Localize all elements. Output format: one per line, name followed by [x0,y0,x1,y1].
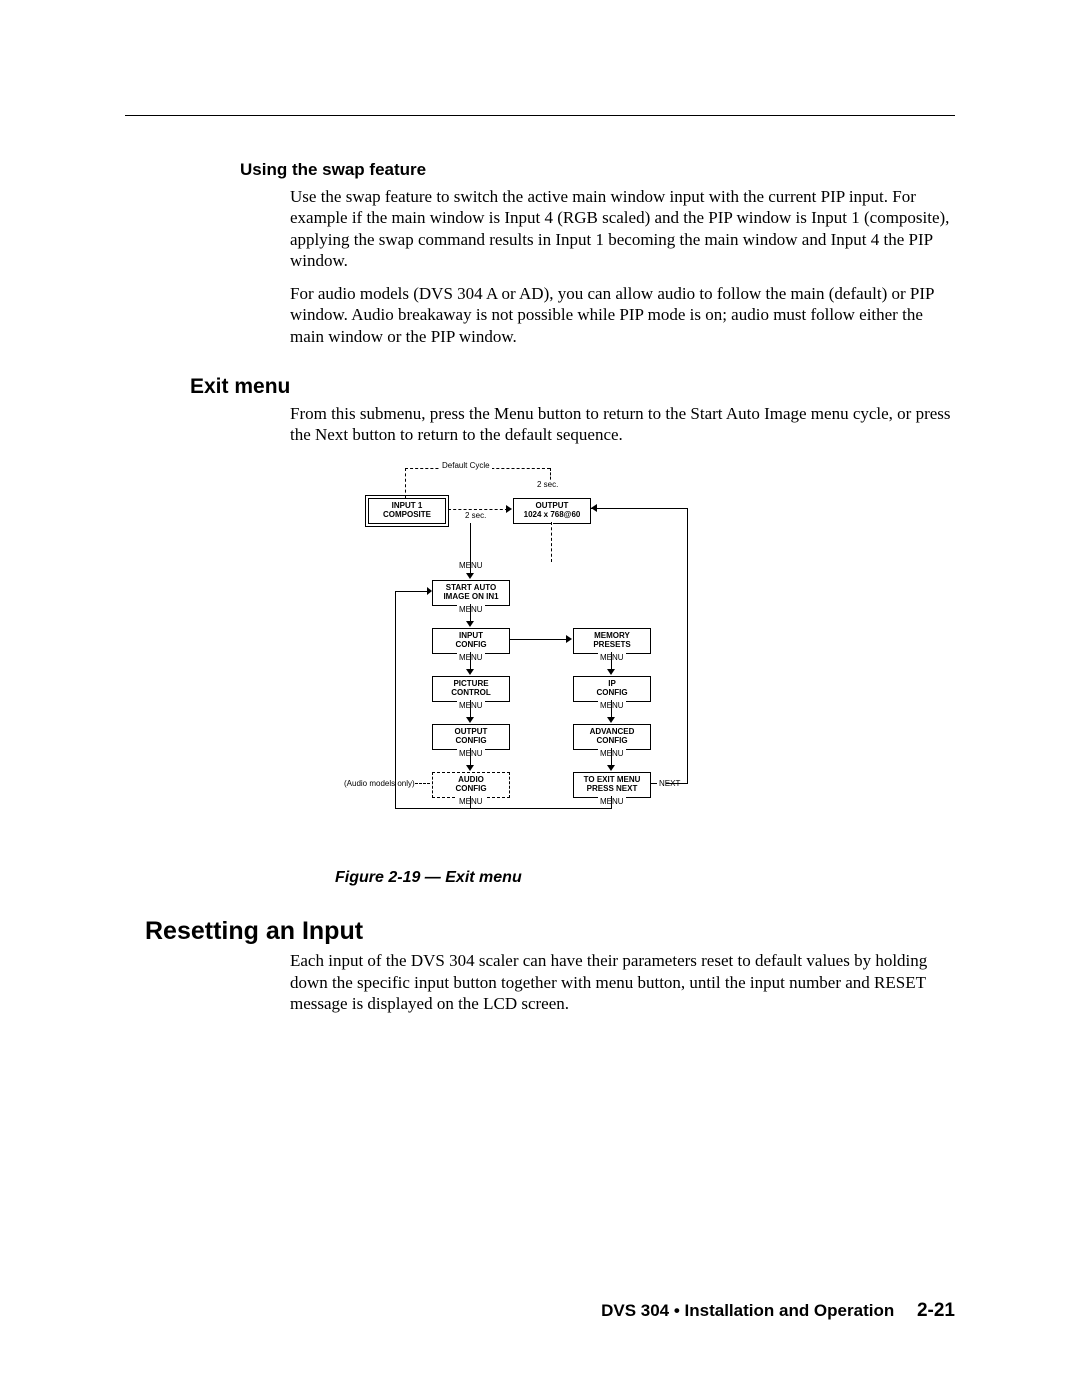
swap-paragraph-2: For audio models (DVS 304 A or AD), you … [290,283,955,347]
heading-resetting-input: Resetting an Input [145,917,955,946]
node-output-config-l2: CONFIG [455,736,486,745]
node-exit-menu-l2: PRESS NEXT [587,784,638,793]
page-footer: DVS 304 • Installation and Operation 2-2… [125,1300,955,1322]
node-advanced-config-l2: CONFIG [596,736,627,745]
node-ip-config: IP CONFIG [573,676,651,702]
reset-paragraph-1: Each input of the DVS 304 scaler can hav… [290,950,955,1014]
label-2sec-mid: 2 sec. [463,511,488,520]
node-input1-l2: COMPOSITE [383,510,431,519]
node-start-auto-l1: START AUTO [446,583,497,592]
figure-caption: Figure 2-19 — Exit menu [335,869,955,887]
node-start-auto: START AUTO IMAGE ON IN1 [432,580,510,606]
node-audio-config-l2: CONFIG [455,784,486,793]
node-audio-config: AUDIO CONFIG [432,772,510,798]
label-audio-models-only: (Audio models only) [342,779,417,788]
heading-swap: Using the swap feature [240,160,955,180]
node-exit-menu: TO EXIT MENU PRESS NEXT [573,772,651,798]
node-picture-control-l1: PICTURE [453,679,488,688]
node-ip-config-l1: IP [608,679,616,688]
node-advanced-config-l1: ADVANCED [590,727,635,736]
label-default-cycle: Default Cycle [440,461,492,470]
swap-paragraph-1: Use the swap feature to switch the activ… [290,186,955,271]
exit-paragraph-1: From this submenu, press the Menu button… [290,403,955,446]
node-output-l2: 1024 x 768@60 [524,510,581,519]
label-2sec-top: 2 sec. [535,480,560,489]
footer-page-number: 2-21 [917,1300,955,1321]
heading-exit-menu: Exit menu [190,375,955,399]
node-memory-presets-l1: MEMORY [594,631,630,640]
node-input-config-l1: INPUT [459,631,483,640]
footer-title: DVS 304 • Installation and Operation [601,1301,894,1320]
node-picture-control-l2: CONTROL [451,688,491,697]
node-input-config: INPUT CONFIG [432,628,510,654]
node-ip-config-l2: CONFIG [596,688,627,697]
node-advanced-config: ADVANCED CONFIG [573,724,651,750]
node-input-config-l2: CONFIG [455,640,486,649]
page-content: Using the swap feature Use the swap feat… [125,115,955,1014]
node-output-config: OUTPUT CONFIG [432,724,510,750]
node-input1-l1: INPUT 1 [392,501,423,510]
node-output: OUTPUT 1024 x 768@60 [513,498,591,524]
node-start-auto-l2: IMAGE ON IN1 [443,592,498,601]
node-memory-presets-l2: PRESETS [593,640,630,649]
node-input1: INPUT 1 COMPOSITE [368,498,446,524]
node-exit-menu-l1: TO EXIT MENU [584,775,641,784]
node-output-config-l1: OUTPUT [455,727,488,736]
node-output-l1: OUTPUT [536,501,569,510]
exit-menu-diagram: Default Cycle 2 sec. INPUT 1 COMPOSITE 2… [335,453,855,863]
node-picture-control: PICTURE CONTROL [432,676,510,702]
node-audio-config-l1: AUDIO [458,775,484,784]
node-memory-presets: MEMORY PRESETS [573,628,651,654]
